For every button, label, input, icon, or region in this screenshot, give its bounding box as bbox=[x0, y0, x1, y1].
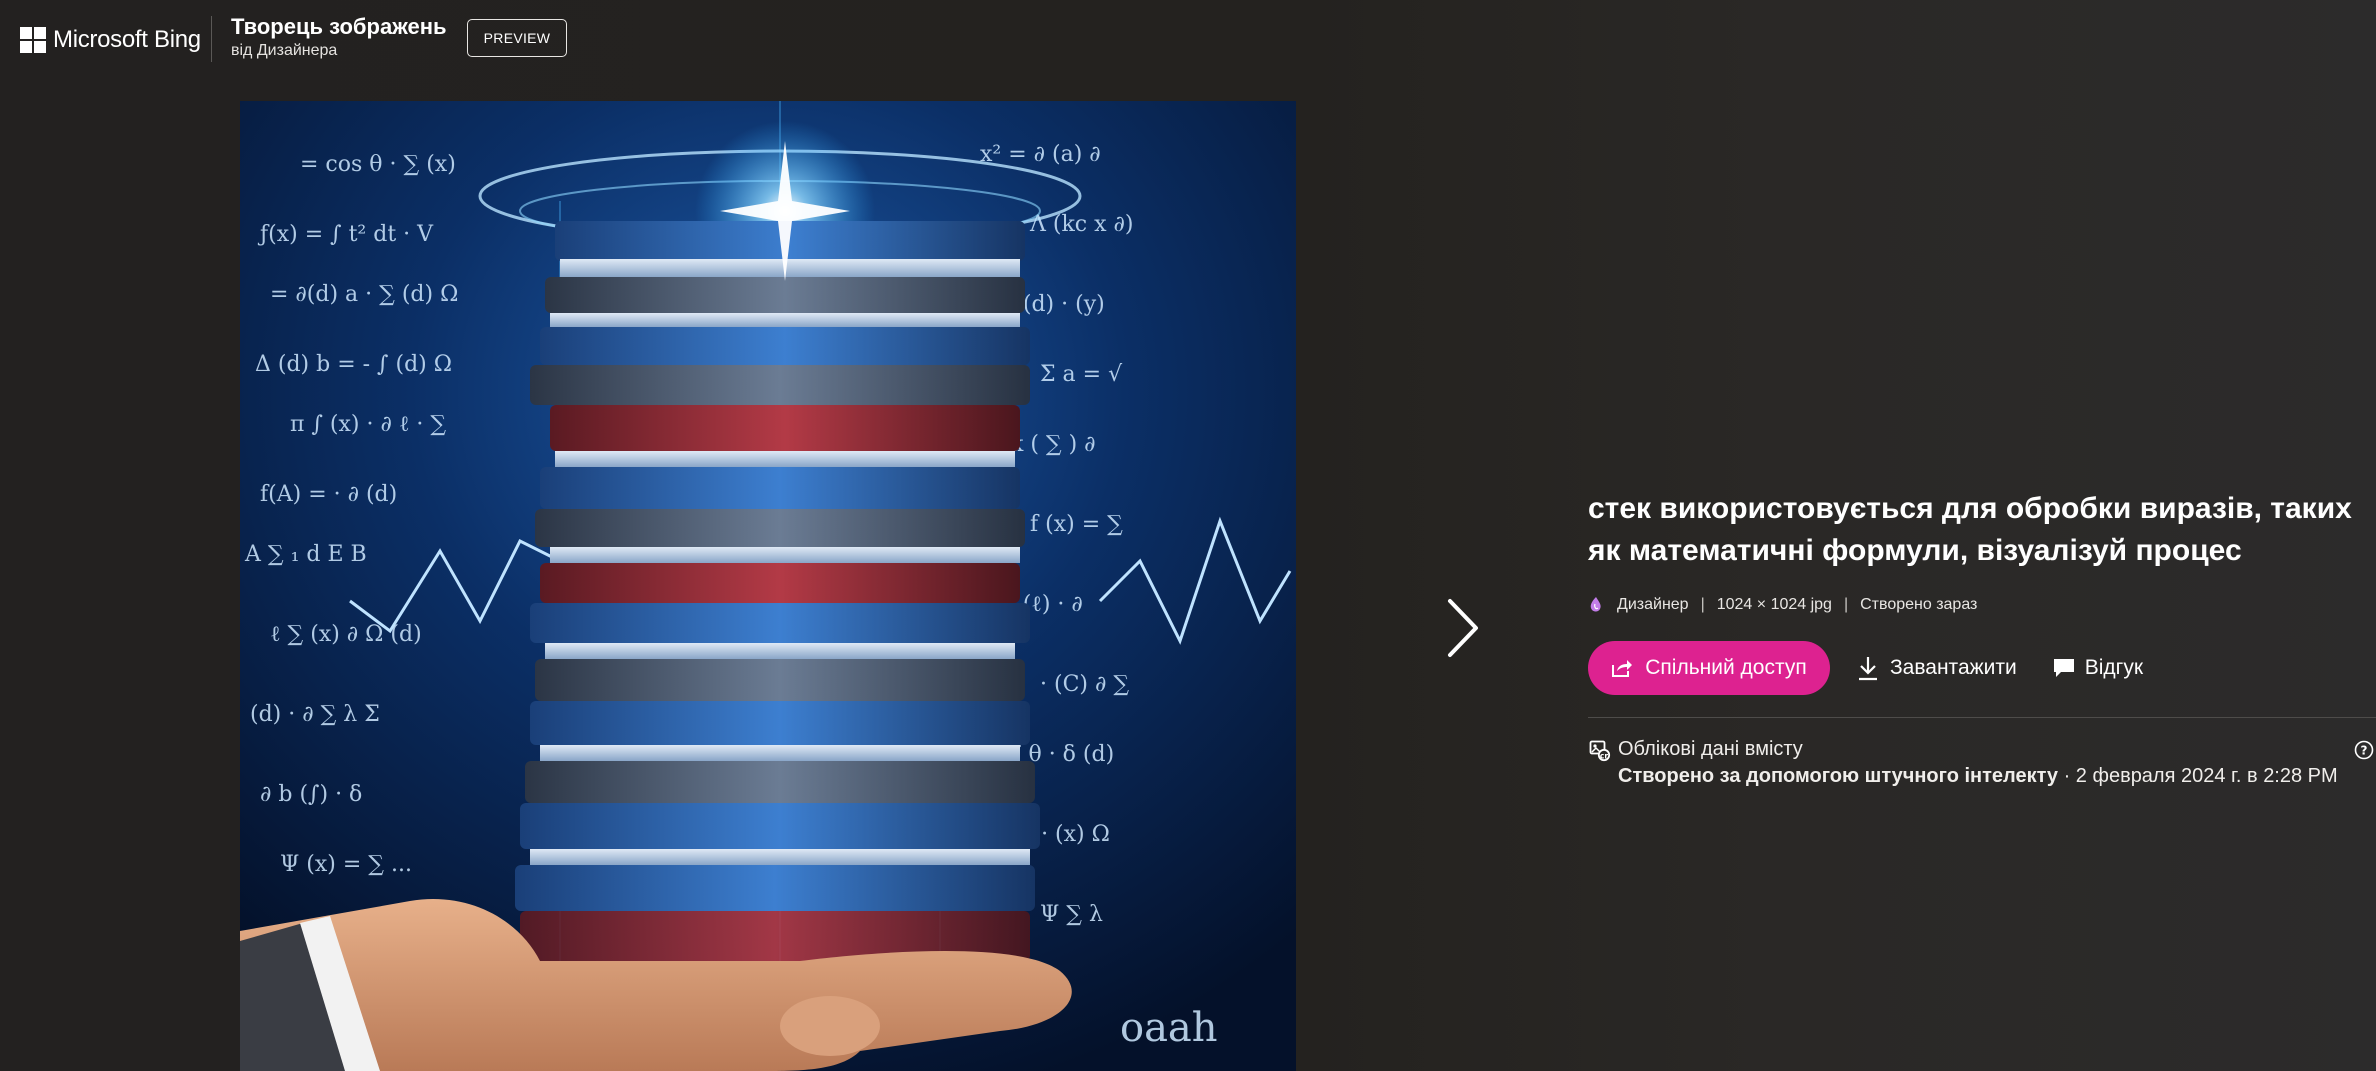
svg-text:(d) · ∂ ∑ λ Σ: (d) · ∂ ∑ λ Σ bbox=[250, 702, 380, 727]
feedback-icon bbox=[2053, 659, 2074, 677]
download-icon bbox=[1859, 657, 1877, 681]
svg-text:π ∫ (x) · ∂ ℓ · ∑: π ∫ (x) · ∂ ℓ · ∑ bbox=[290, 412, 446, 437]
svg-text:A ∑ ₁ d E B: A ∑ ₁ d E B bbox=[244, 542, 367, 567]
image-actions: Спільний доступ Завантажити Відгук bbox=[1588, 641, 2368, 695]
svg-text:ℓ ∑ (x) ∂ Ω (d): ℓ ∑ (x) ∂ Ω (d) bbox=[270, 622, 422, 647]
svg-text:f(A) = · ∂ (d): f(A) = · ∂ (d) bbox=[260, 482, 397, 507]
meta-size: 1024 × 1024 jpg bbox=[1716, 596, 1832, 613]
meta-created: Створено зараз bbox=[1860, 596, 1978, 613]
prompt-title: стек використовується для обробки виразі… bbox=[1588, 492, 2352, 567]
content-credentials-label: Облікові дані вмісту bbox=[1618, 738, 1803, 760]
microsoft-logo-icon bbox=[20, 27, 46, 53]
image-details-panel: стек використовується для обробки виразі… bbox=[1588, 488, 2376, 798]
meta-separator: | bbox=[1700, 596, 1705, 613]
svg-text:f (x) = ∑: f (x) = ∑ bbox=[1030, 512, 1123, 537]
feedback-label: Відгук bbox=[2084, 656, 2144, 679]
generated-image[interactable]: = cos θ · ∑ (x) ƒ(x) = ∫ t² dt · V = ∂(d… bbox=[240, 101, 1296, 1071]
svg-text:Ψ ∑ λ: Ψ ∑ λ bbox=[1040, 902, 1103, 927]
header-divider bbox=[211, 16, 212, 62]
next-image-button[interactable] bbox=[1440, 590, 1486, 666]
product-title: Творець зображень bbox=[231, 14, 447, 39]
share-button[interactable]: Спільний доступ bbox=[1588, 641, 1830, 695]
svg-text:x² = ∂ (a) ∂: x² = ∂ (a) ∂ bbox=[980, 142, 1101, 167]
content-credentials: cr Облікові дані вмісту Створено за допо… bbox=[1588, 738, 2376, 798]
download-button[interactable]: Завантажити bbox=[1857, 655, 2017, 681]
product-title-block[interactable]: Творець зображень від Дизайнера bbox=[231, 14, 447, 60]
svg-text:· (C) ∂ ∑: · (C) ∂ ∑ bbox=[1040, 672, 1129, 697]
brand-name: Microsoft Bing bbox=[53, 26, 201, 53]
share-label: Спільний доступ bbox=[1645, 656, 1807, 679]
section-divider bbox=[1588, 717, 2376, 718]
svg-text:Ψ (x) = ∑ ...: Ψ (x) = ∑ ... bbox=[280, 852, 412, 877]
bing-home-link[interactable]: Microsoft Bing bbox=[20, 26, 201, 54]
top-header: Microsoft Bing Творець зображень від Диз… bbox=[0, 0, 2376, 78]
help-icon[interactable]: ? bbox=[2354, 740, 2374, 760]
designer-icon bbox=[1590, 597, 1601, 612]
meta-source: Дизайнер bbox=[1617, 596, 1689, 613]
share-icon bbox=[1612, 660, 1633, 677]
content-credentials-icon: cr bbox=[1589, 740, 1611, 762]
product-subtitle: від Дизайнера bbox=[231, 42, 338, 59]
svg-text:k ( ∑ ) ∂: k ( ∑ ) ∂ bbox=[1010, 432, 1096, 457]
ai-created-label: Створено за допомогою штучного інтелекту bbox=[1618, 765, 2059, 787]
feedback-button[interactable]: Відгук bbox=[2052, 656, 2143, 680]
download-label: Завантажити bbox=[1890, 656, 2017, 679]
svg-text:cr: cr bbox=[1600, 752, 1608, 761]
meta-separator: | bbox=[1843, 596, 1849, 613]
svg-text:?: ? bbox=[2361, 744, 2368, 758]
chevron-right-icon bbox=[1448, 599, 1478, 657]
svg-text:∂ b (∫) · δ: ∂ b (∫) · δ bbox=[260, 782, 362, 807]
svg-text:Δ (d) b = - ∫ (d) Ω: Δ (d) b = - ∫ (d) Ω bbox=[255, 352, 452, 377]
content-credentials-detail: Створено за допомогою штучного інтелекту… bbox=[1618, 765, 2338, 788]
preview-badge: PREVIEW bbox=[467, 19, 567, 57]
created-date: · 2 февраля 2024 г. в 2:28 PM bbox=[2058, 765, 2338, 787]
svg-text:Σ a = √: Σ a = √ bbox=[1040, 362, 1123, 387]
svg-text:oaah: oaah bbox=[1120, 1005, 1218, 1051]
svg-text:ƒ(x) = ∫ t² dt · V: ƒ(x) = ∫ t² dt · V bbox=[257, 222, 434, 247]
svg-text:= ∂(d) a · ∑ (d) Ω: = ∂(d) a · ∑ (d) Ω bbox=[270, 282, 458, 307]
svg-text:= cos θ · ∑ (x): = cos θ · ∑ (x) bbox=[300, 152, 456, 177]
image-meta: Дизайнер | 1024 × 1024 jpg | Створено за… bbox=[1588, 593, 2368, 617]
